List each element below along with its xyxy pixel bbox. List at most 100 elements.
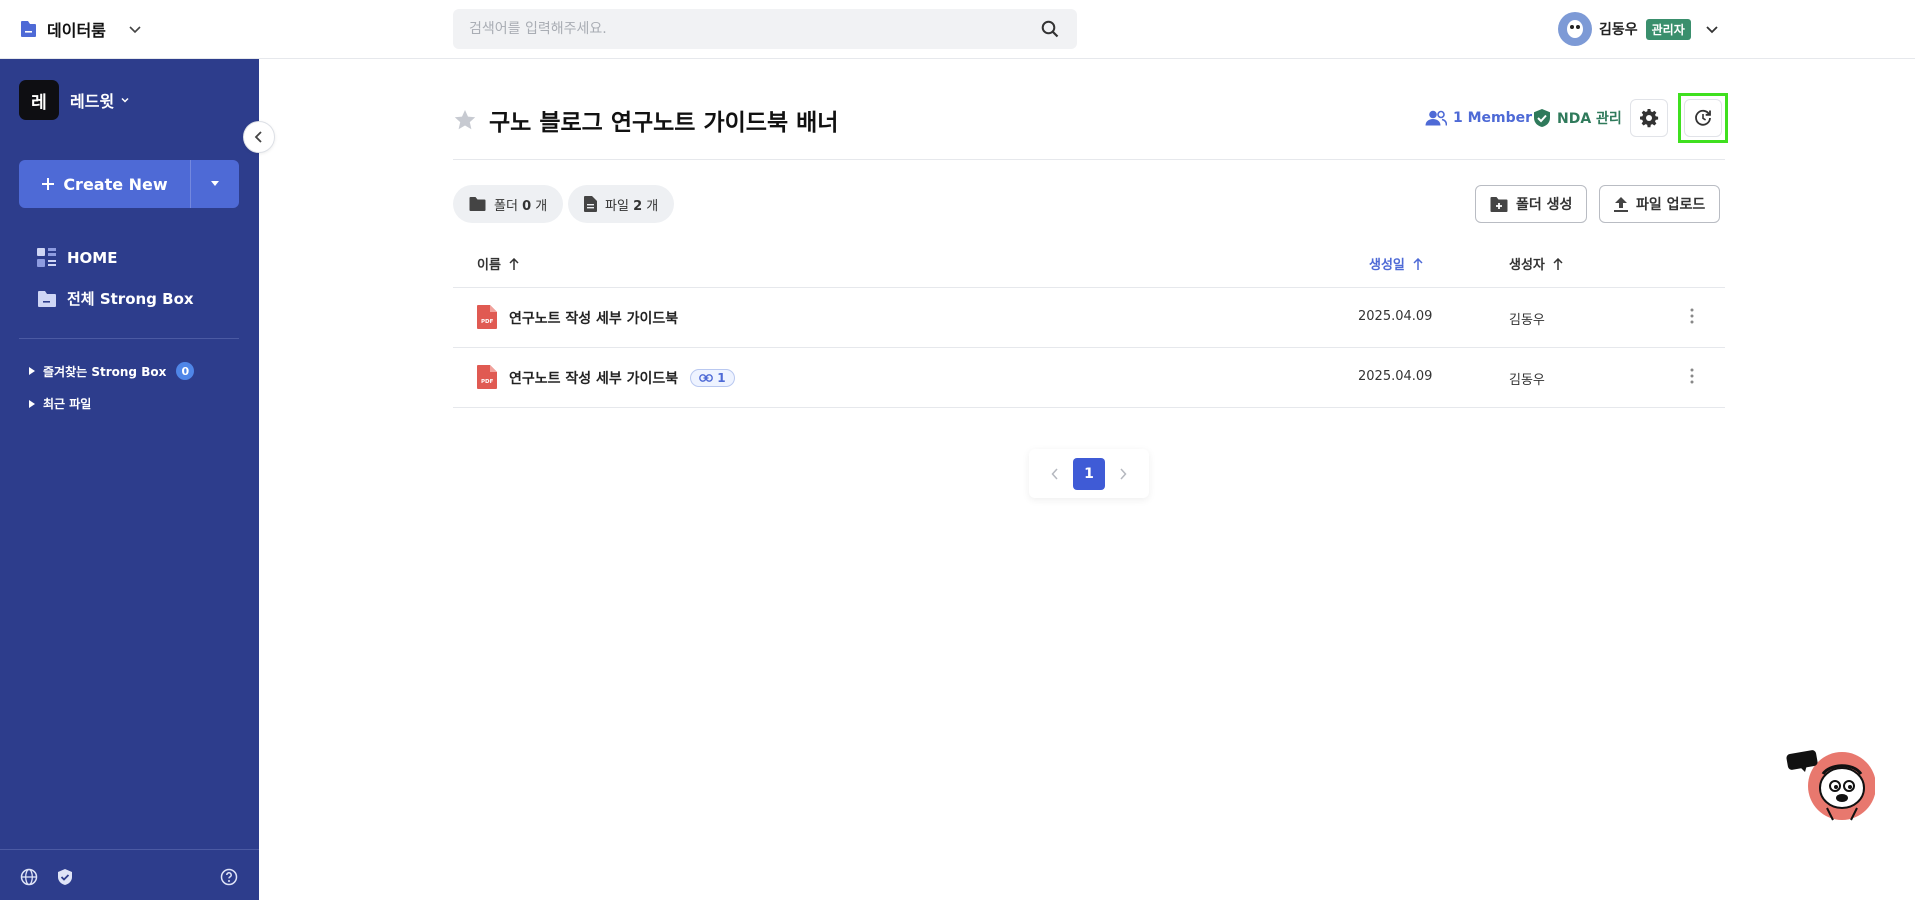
pdf-file-icon: PDF [477, 305, 497, 329]
dashboard-icon [37, 248, 56, 267]
sidebar: 레 레드윗 Create New HOME 전체 Strong Box 즐겨찾는… [0, 59, 259, 900]
shield-check-icon[interactable] [56, 868, 74, 886]
tree-item-recent-files[interactable]: 최근 파일 [29, 395, 91, 412]
folder-count: 0 [522, 198, 532, 214]
column-label: 생성자 [1509, 258, 1545, 273]
mascot-icon [1786, 750, 1876, 821]
more-vertical-icon[interactable] [1690, 308, 1694, 324]
file-name[interactable]: 연구노트 작성 세부 가이드북 [509, 308, 678, 328]
column-header-name[interactable]: 이름 [477, 254, 519, 273]
chevron-down-icon[interactable] [1705, 22, 1719, 36]
create-new-button-group: Create New [19, 160, 239, 208]
create-new-dropdown-button[interactable] [191, 160, 239, 208]
workspace-name: 레드윗 [70, 92, 115, 111]
column-header-creator[interactable]: 생성자 [1509, 254, 1563, 273]
file-chip-suffix: 개 [646, 198, 659, 214]
folder-icon [21, 21, 36, 37]
link-icon [699, 374, 714, 382]
folder-icon [469, 197, 486, 211]
column-label: 이름 [477, 258, 501, 273]
sidebar-item-home[interactable]: HOME [37, 248, 117, 268]
arrow-up-icon [509, 257, 519, 270]
create-folder-button[interactable]: 폴더 생성 [1475, 185, 1588, 223]
top-bar: 데이터룸 김동우 관리자 [0, 0, 1915, 59]
caret-right-icon [29, 399, 35, 408]
page-title: 구노 블로그 연구노트 가이드북 배너 [489, 110, 839, 136]
file-chip-prefix: 파일 [605, 198, 629, 214]
users-icon [1425, 110, 1447, 126]
chevron-down-icon [121, 97, 129, 103]
table-row[interactable]: PDF 연구노트 작성 세부 가이드북 1 2025.04.09 김동우 [453, 348, 1725, 408]
table-header: 이름 생성일 생성자 [453, 237, 1725, 288]
created-date: 2025.04.09 [1358, 369, 1433, 384]
tree-item-favorites[interactable]: 즐겨찾는 Strong Box 0 [29, 362, 195, 380]
sidebar-item-label: HOME [67, 249, 118, 267]
member-link[interactable]: 1 Member [1425, 110, 1532, 126]
file-count-chip[interactable]: 파일 2 개 [568, 185, 675, 223]
pagination: 1 [1029, 449, 1149, 498]
chevron-down-icon[interactable] [128, 22, 142, 36]
file-name[interactable]: 연구노트 작성 세부 가이드북 1 [509, 368, 735, 388]
arrow-up-icon [1413, 257, 1423, 270]
app-switcher[interactable]: 데이터룸 [20, 17, 142, 41]
creator-name: 김동우 [1509, 313, 1545, 328]
tree-item-label: 즐겨찾는 Strong Box [43, 364, 167, 379]
create-folder-label: 폴더 생성 [1516, 197, 1573, 213]
page-number-current[interactable]: 1 [1073, 457, 1105, 490]
settings-button[interactable] [1630, 99, 1668, 137]
column-header-created[interactable]: 생성일 [1369, 254, 1423, 273]
avatar [1558, 12, 1592, 46]
plus-icon [42, 178, 55, 190]
folder-count-chip[interactable]: 폴더 0 개 [453, 185, 564, 223]
search-icon[interactable] [1041, 20, 1059, 38]
sidebar-collapse-button[interactable] [243, 121, 275, 153]
share-link-badge[interactable]: 1 [690, 369, 735, 387]
document-icon [584, 196, 597, 212]
creator-name: 김동우 [1509, 373, 1545, 388]
chevron-left-icon[interactable] [1051, 467, 1059, 480]
chevron-left-icon [254, 131, 262, 143]
history-icon [1695, 109, 1711, 126]
folder-chip-suffix: 개 [535, 198, 548, 214]
svg-text:PDF: PDF [481, 379, 494, 385]
caret-right-icon [29, 367, 35, 375]
sidebar-item-label: 전체 Strong Box [67, 290, 194, 308]
search-input[interactable] [469, 9, 1029, 49]
help-icon[interactable] [220, 868, 238, 886]
created-date: 2025.04.09 [1358, 309, 1433, 324]
create-new-button[interactable]: Create New [19, 160, 191, 208]
upload-icon [1614, 196, 1628, 212]
more-vertical-icon[interactable] [1690, 368, 1694, 384]
title-row: 구노 블로그 연구노트 가이드북 배너 [453, 103, 838, 137]
workspace-logo: 레 [19, 80, 59, 120]
caret-down-icon [211, 181, 219, 186]
sidebar-item-all-strong-box[interactable]: 전체 Strong Box [37, 288, 194, 309]
count-badge: 0 [176, 362, 195, 380]
star-icon[interactable] [453, 108, 477, 132]
user-name: 김동우 [1599, 22, 1638, 38]
role-badge: 관리자 [1645, 18, 1691, 40]
search-bar [453, 9, 1077, 49]
app-label: 데이터룸 [47, 21, 106, 40]
chevron-right-icon[interactable] [1119, 467, 1127, 480]
folder-plus-icon [1490, 196, 1508, 212]
pdf-file-icon: PDF [477, 365, 497, 389]
user-menu[interactable]: 김동우 관리자 [1558, 12, 1719, 46]
file-name-text: 연구노트 작성 세부 가이드북 [509, 311, 679, 327]
svg-text:PDF: PDF [481, 319, 494, 325]
nda-manage-link[interactable]: NDA 관리 [1533, 108, 1622, 128]
table-row[interactable]: PDF 연구노트 작성 세부 가이드북 2025.04.09 김동우 [453, 288, 1725, 348]
member-count: 1 Member [1453, 110, 1533, 126]
file-count: 2 [633, 198, 643, 214]
upload-file-button[interactable]: 파일 업로드 [1599, 185, 1721, 223]
link-count: 1 [717, 371, 726, 385]
gear-icon [1640, 109, 1659, 128]
workspace-switcher[interactable]: 레 레드윗 [19, 80, 130, 120]
history-button[interactable] [1678, 93, 1728, 143]
help-mascot-button[interactable] [1785, 748, 1876, 824]
file-name-text: 연구노트 작성 세부 가이드북 [509, 371, 679, 387]
shield-check-icon [1534, 109, 1550, 127]
upload-file-label: 파일 업로드 [1636, 197, 1706, 213]
folder-chip-prefix: 폴더 [494, 198, 518, 214]
globe-icon[interactable] [20, 868, 38, 886]
